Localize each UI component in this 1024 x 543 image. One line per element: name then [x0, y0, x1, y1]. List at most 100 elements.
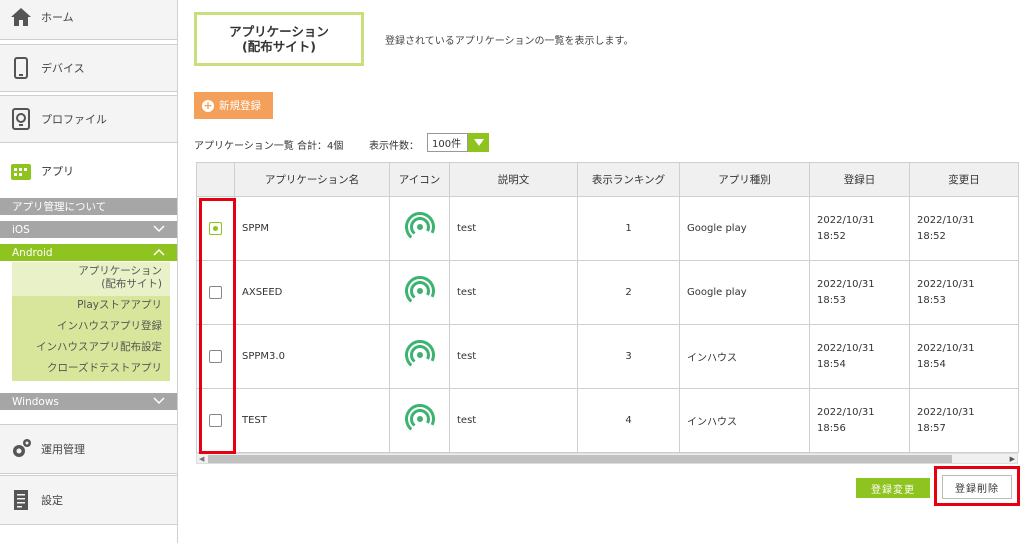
column-header-created[interactable]: 登録日 — [809, 162, 910, 197]
icon-cell — [389, 388, 450, 453]
sidebar-item-device[interactable]: デバイス — [0, 44, 177, 92]
home-icon — [10, 6, 32, 28]
submenu-item-label: (配布サイト) — [101, 278, 162, 290]
icon-cell — [389, 260, 450, 325]
type-cell: インハウス — [679, 324, 810, 389]
ranking-cell: 2 — [577, 260, 680, 325]
updated-time: 18:57 — [917, 422, 946, 434]
sidebar-item-label: Android — [12, 246, 53, 259]
submenu-item-playstore[interactable]: Playストアアプリ — [77, 299, 162, 312]
sidebar-item-label: デバイス — [41, 62, 85, 75]
column-header-type[interactable]: アプリ種別 — [679, 162, 810, 197]
created-date: 2022/10/31 — [817, 406, 875, 418]
created-time: 18:56 — [817, 422, 846, 434]
sidebar-item-operation[interactable]: 運用管理 — [0, 424, 177, 474]
smartphone-icon — [10, 57, 32, 79]
chevron-down-icon — [153, 396, 165, 409]
profile-icon — [10, 108, 32, 130]
register-change-button[interactable]: 登録変更 — [856, 478, 930, 498]
app-logo-icon — [404, 276, 435, 309]
sidebar-item-label: 運用管理 — [41, 443, 85, 456]
column-header-description[interactable]: 説明文 — [449, 162, 578, 197]
sidebar-item-label: iOS — [12, 223, 30, 236]
table-row[interactable]: SPPM test 1 Google play 2022/10/31 18:52 2022/… — [196, 196, 1019, 261]
updated-date: 2022/10/31 — [917, 278, 975, 290]
sidebar-item-ios[interactable]: iOS — [0, 221, 177, 238]
column-header-select — [196, 162, 235, 197]
new-register-label: 新規登録 — [219, 100, 261, 112]
display-count-value: 100件 — [427, 133, 468, 152]
scrollbar-thumb[interactable] — [208, 455, 952, 463]
submenu-item-inhouse-distribution[interactable]: インハウスアプリ配布設定 — [36, 341, 162, 354]
submenu-item-inhouse-register[interactable]: インハウスアプリ登録 — [57, 320, 162, 333]
description-cell: test — [449, 260, 578, 325]
updated-date: 2022/10/31 — [917, 342, 975, 354]
sidebar-item-settings[interactable]: 設定 — [0, 475, 177, 525]
sidebar-item-android[interactable]: Android — [0, 244, 177, 261]
description-cell: test — [449, 196, 578, 261]
list-summary: アプリケーション一覧 合計：4個 — [194, 141, 344, 152]
type-cell: インハウス — [679, 388, 810, 453]
sidebar-item-windows[interactable]: Windows — [0, 393, 177, 410]
page-title: アプリケーション (配布サイト) — [194, 12, 364, 66]
app-logo-icon — [404, 212, 435, 245]
horizontal-scrollbar[interactable]: ◀ ▶ — [196, 453, 1018, 464]
column-header-updated[interactable]: 変更日 — [909, 162, 1019, 197]
created-cell: 2022/10/31 18:56 — [809, 388, 910, 453]
scroll-right-icon[interactable]: ▶ — [1010, 455, 1015, 463]
updated-time: 18:52 — [917, 230, 946, 242]
created-date: 2022/10/31 — [817, 342, 875, 354]
new-register-button[interactable]: + 新規登録 — [194, 92, 273, 119]
app-name-cell: SPPM — [234, 196, 390, 261]
ranking-cell: 3 — [577, 324, 680, 389]
created-cell: 2022/10/31 18:52 — [809, 196, 910, 261]
table-row[interactable]: AXSEED test 2 Google play 2022/10/31 18:53 202… — [196, 260, 1019, 325]
table-row[interactable]: TEST test 4 インハウス 2022/10/31 18:56 2022/10/31 1… — [196, 388, 1019, 453]
description-cell: test — [449, 388, 578, 453]
updated-cell: 2022/10/31 18:52 — [909, 196, 1019, 261]
created-date: 2022/10/31 — [817, 278, 875, 290]
ranking-cell: 4 — [577, 388, 680, 453]
submenu-item-closed-test[interactable]: クローズドテストアプリ — [47, 362, 162, 375]
table-header-row: アプリケーション名 アイコン 説明文 表示ランキング アプリ種別 登録日 変更日 — [196, 162, 1019, 197]
application-table: アプリケーション名 アイコン 説明文 表示ランキング アプリ種別 登録日 変更日… — [196, 162, 1019, 453]
document-icon — [10, 489, 32, 511]
sidebar: ホーム デバイス プロファイル アプリ アプリ管理について iOS Androi… — [0, 0, 178, 543]
sidebar-item-label: アプリ管理について — [12, 201, 107, 213]
submenu-item-distribution-site[interactable]: アプリケーション (配布サイト) — [78, 265, 162, 291]
sidebar-item-label: アプリ — [41, 165, 74, 178]
display-count-label: 表示件数： — [369, 141, 419, 152]
updated-cell: 2022/10/31 18:57 — [909, 388, 1019, 453]
app-logo-icon — [404, 340, 435, 373]
created-time: 18:54 — [817, 358, 846, 370]
sidebar-item-profile[interactable]: プロファイル — [0, 95, 177, 143]
created-cell: 2022/10/31 18:53 — [809, 260, 910, 325]
table-row[interactable]: SPPM3.0 test 3 インハウス 2022/10/31 18:54 2022/10/… — [196, 324, 1019, 389]
page-title-line1: アプリケーション — [229, 24, 329, 39]
sidebar-item-label: プロファイル — [41, 113, 107, 126]
sidebar-item-label: ホーム — [41, 11, 74, 24]
column-header-name[interactable]: アプリケーション名 — [234, 162, 390, 197]
updated-cell: 2022/10/31 18:54 — [909, 324, 1019, 389]
app-name-cell: TEST — [234, 388, 390, 453]
app-icon — [10, 160, 32, 182]
column-header-icon: アイコン — [389, 162, 450, 197]
created-cell: 2022/10/31 18:54 — [809, 324, 910, 389]
updated-cell: 2022/10/31 18:53 — [909, 260, 1019, 325]
sidebar-item-app[interactable]: アプリ — [0, 150, 177, 192]
app-name-cell: AXSEED — [234, 260, 390, 325]
chevron-up-icon — [153, 247, 165, 260]
highlight-delete-button — [934, 466, 1020, 506]
type-cell: Google play — [679, 196, 810, 261]
sidebar-item-home[interactable]: ホーム — [0, 0, 177, 40]
updated-time: 18:53 — [917, 294, 946, 306]
column-header-ranking[interactable]: 表示ランキング — [577, 162, 680, 197]
scroll-left-icon[interactable]: ◀ — [199, 455, 204, 463]
sidebar-item-label: 設定 — [41, 494, 63, 507]
chevron-down-icon — [153, 224, 165, 237]
created-time: 18:53 — [817, 294, 846, 306]
highlight-checkbox-column — [199, 198, 236, 454]
sidebar-item-about[interactable]: アプリ管理について — [0, 198, 177, 215]
display-count-select[interactable]: 100件 — [427, 133, 489, 152]
sidebar-item-label: Windows — [12, 395, 59, 408]
